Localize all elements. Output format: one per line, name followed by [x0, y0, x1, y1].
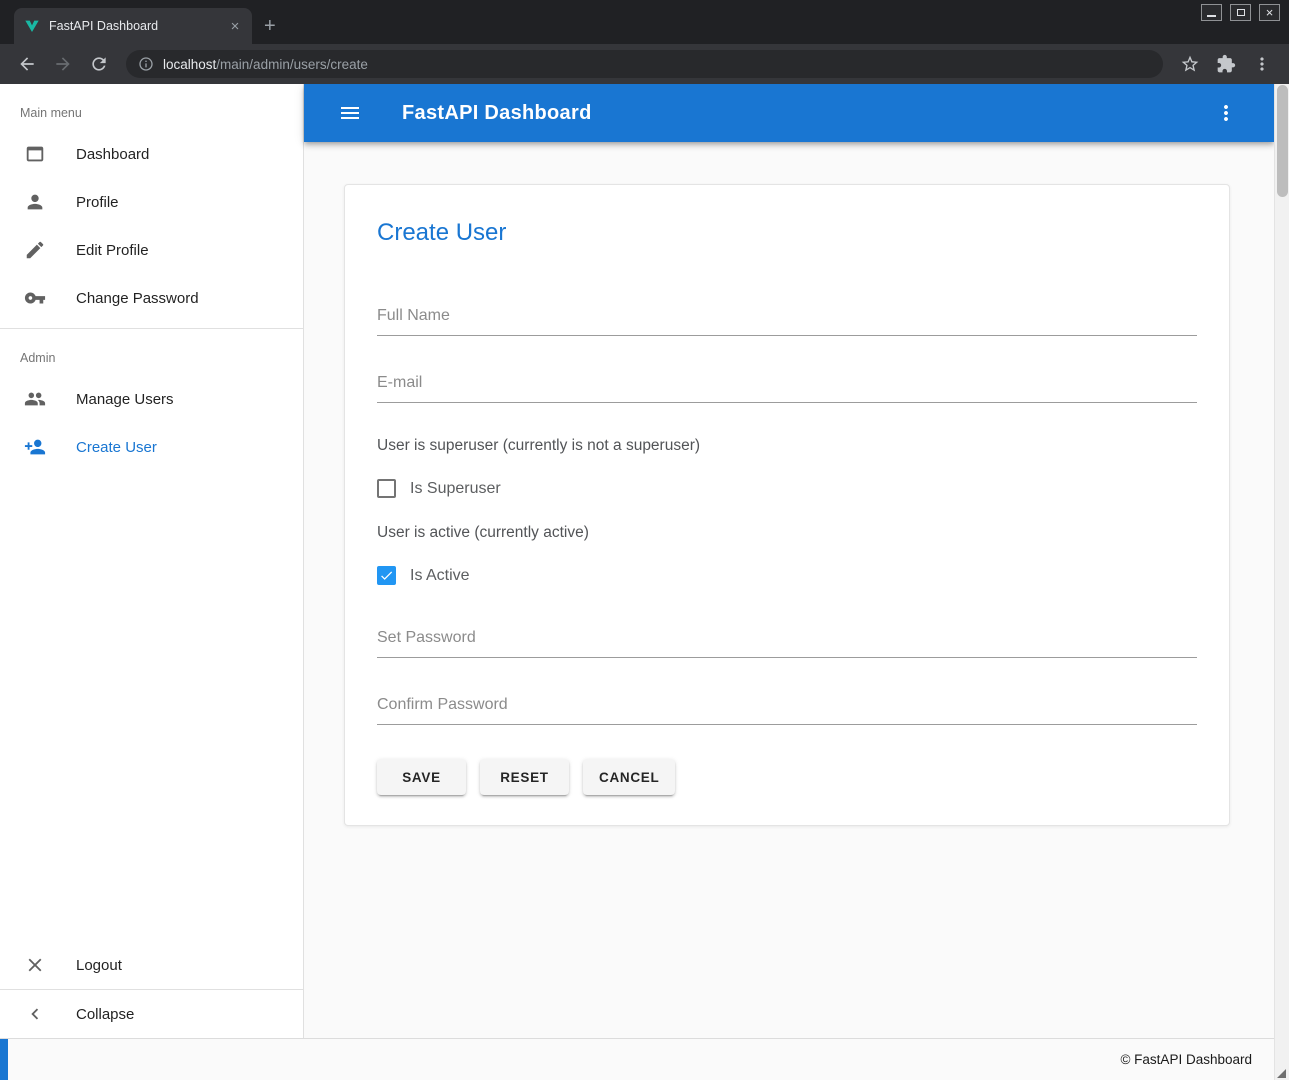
kebab-menu-icon: [1214, 101, 1238, 125]
browser-chrome: FastAPI Dashboard × + × localhost/main/a…: [0, 0, 1289, 84]
sidebar: Main menu Dashboard Profile Edit Profile…: [0, 84, 304, 1038]
hamburger-menu-button[interactable]: [332, 95, 368, 131]
url-path: /main/admin/users/create: [216, 57, 368, 72]
browser-tab[interactable]: FastAPI Dashboard ×: [14, 8, 252, 44]
superuser-checkbox[interactable]: [377, 479, 396, 498]
main-area: FastAPI Dashboard Create User User is su…: [304, 84, 1274, 1038]
active-checkbox-row[interactable]: Is Active: [377, 566, 1197, 585]
person-icon: [24, 191, 46, 213]
reload-icon: [89, 54, 109, 74]
resize-grip-icon: [1277, 1069, 1286, 1078]
create-user-card: Create User User is superuser (currently…: [344, 184, 1230, 826]
close-icon: [24, 954, 46, 976]
footer-accent: [0, 1039, 8, 1080]
hamburger-icon: [338, 101, 362, 125]
confirm-password-input[interactable]: [377, 692, 1197, 725]
sidebar-item-manage-users[interactable]: Manage Users: [0, 375, 303, 423]
superuser-checkbox-label: Is Superuser: [410, 480, 501, 498]
chevron-left-icon: [24, 1003, 46, 1025]
active-checkbox-label: Is Active: [410, 567, 470, 585]
save-button[interactable]: SAVE: [377, 759, 466, 795]
url-text[interactable]: localhost/main/admin/users/create: [163, 57, 368, 72]
full-name-input[interactable]: [377, 303, 1197, 336]
sidebar-item-collapse[interactable]: Collapse: [0, 990, 303, 1038]
appbar-overflow-button[interactable]: [1208, 95, 1244, 131]
sidebar-item-dashboard[interactable]: Dashboard: [0, 130, 303, 178]
sidebar-item-label: Profile: [76, 194, 119, 211]
browser-menu-button[interactable]: [1245, 47, 1279, 81]
window-controls: ×: [1201, 4, 1280, 21]
form-actions: SAVE RESET CANCEL: [377, 759, 1197, 795]
pencil-icon: [24, 239, 46, 261]
scrollbar-thumb[interactable]: [1277, 85, 1288, 197]
password-field: [377, 625, 1197, 658]
sidebar-item-change-password[interactable]: Change Password: [0, 274, 303, 322]
site-info-icon[interactable]: [138, 56, 154, 72]
tab-strip: FastAPI Dashboard × + ×: [0, 0, 1289, 44]
close-window-icon: ×: [1266, 6, 1274, 19]
sidebar-item-create-user[interactable]: Create User: [0, 423, 303, 471]
people-icon: [24, 388, 46, 410]
reload-button[interactable]: [82, 47, 116, 81]
vuetify-logo-icon: [24, 18, 40, 34]
window-maximize-button[interactable]: [1230, 4, 1251, 21]
key-icon: [24, 287, 46, 309]
sidebar-item-label: Manage Users: [76, 391, 174, 408]
check-icon: [379, 568, 394, 583]
superuser-hint: User is superuser (currently is not a su…: [377, 437, 1197, 455]
extensions-button[interactable]: [1209, 47, 1243, 81]
cancel-button[interactable]: CANCEL: [583, 759, 675, 795]
bookmark-button[interactable]: [1173, 47, 1207, 81]
forward-arrow-icon: [53, 54, 73, 74]
app-bar: FastAPI Dashboard: [304, 84, 1274, 142]
sidebar-section-admin: Admin: [0, 329, 303, 375]
forward-button[interactable]: [46, 47, 80, 81]
footer-copyright: © FastAPI Dashboard: [1120, 1052, 1252, 1067]
person-add-icon: [24, 436, 46, 458]
star-icon: [1180, 54, 1200, 74]
browser-toolbar: localhost/main/admin/users/create: [0, 44, 1289, 84]
address-bar[interactable]: localhost/main/admin/users/create: [126, 50, 1163, 78]
sidebar-spacer: [0, 471, 303, 941]
full-name-field: [377, 303, 1197, 336]
confirm-password-field: [377, 692, 1197, 725]
window-close-button[interactable]: ×: [1259, 4, 1280, 21]
email-field: [377, 370, 1197, 403]
email-input[interactable]: [377, 370, 1197, 403]
minimize-icon: [1207, 15, 1216, 17]
tab-close-icon[interactable]: ×: [226, 17, 244, 35]
maximize-icon: [1237, 9, 1245, 16]
reset-button[interactable]: RESET: [480, 759, 569, 795]
kebab-menu-icon: [1252, 54, 1272, 74]
dashboard-icon: [24, 143, 46, 165]
sidebar-item-label: Change Password: [76, 290, 199, 307]
back-arrow-icon: [17, 54, 37, 74]
sidebar-item-label: Create User: [76, 439, 157, 456]
new-tab-button[interactable]: +: [252, 8, 288, 44]
sidebar-section-main-menu: Main menu: [0, 84, 303, 130]
content-area: Create User User is superuser (currently…: [304, 142, 1274, 1038]
page-scrollbar[interactable]: [1274, 84, 1289, 1080]
sidebar-item-logout[interactable]: Logout: [0, 941, 303, 989]
sidebar-item-profile[interactable]: Profile: [0, 178, 303, 226]
sidebar-item-label: Collapse: [76, 1006, 134, 1023]
window-minimize-button[interactable]: [1201, 4, 1222, 21]
sidebar-item-label: Logout: [76, 957, 122, 974]
app-footer: © FastAPI Dashboard: [0, 1038, 1274, 1080]
superuser-checkbox-row[interactable]: Is Superuser: [377, 479, 1197, 498]
page-title: Create User: [377, 219, 1197, 247]
tab-title: FastAPI Dashboard: [49, 19, 217, 33]
workspace: Main menu Dashboard Profile Edit Profile…: [0, 84, 1274, 1038]
url-host: localhost: [163, 57, 216, 72]
appbar-title: FastAPI Dashboard: [402, 102, 592, 125]
back-button[interactable]: [10, 47, 44, 81]
sidebar-item-label: Edit Profile: [76, 242, 149, 259]
sidebar-item-label: Dashboard: [76, 146, 149, 163]
extension-icon: [1216, 54, 1236, 74]
active-hint: User is active (currently active): [377, 524, 1197, 542]
password-input[interactable]: [377, 625, 1197, 658]
active-checkbox[interactable]: [377, 566, 396, 585]
sidebar-item-edit-profile[interactable]: Edit Profile: [0, 226, 303, 274]
